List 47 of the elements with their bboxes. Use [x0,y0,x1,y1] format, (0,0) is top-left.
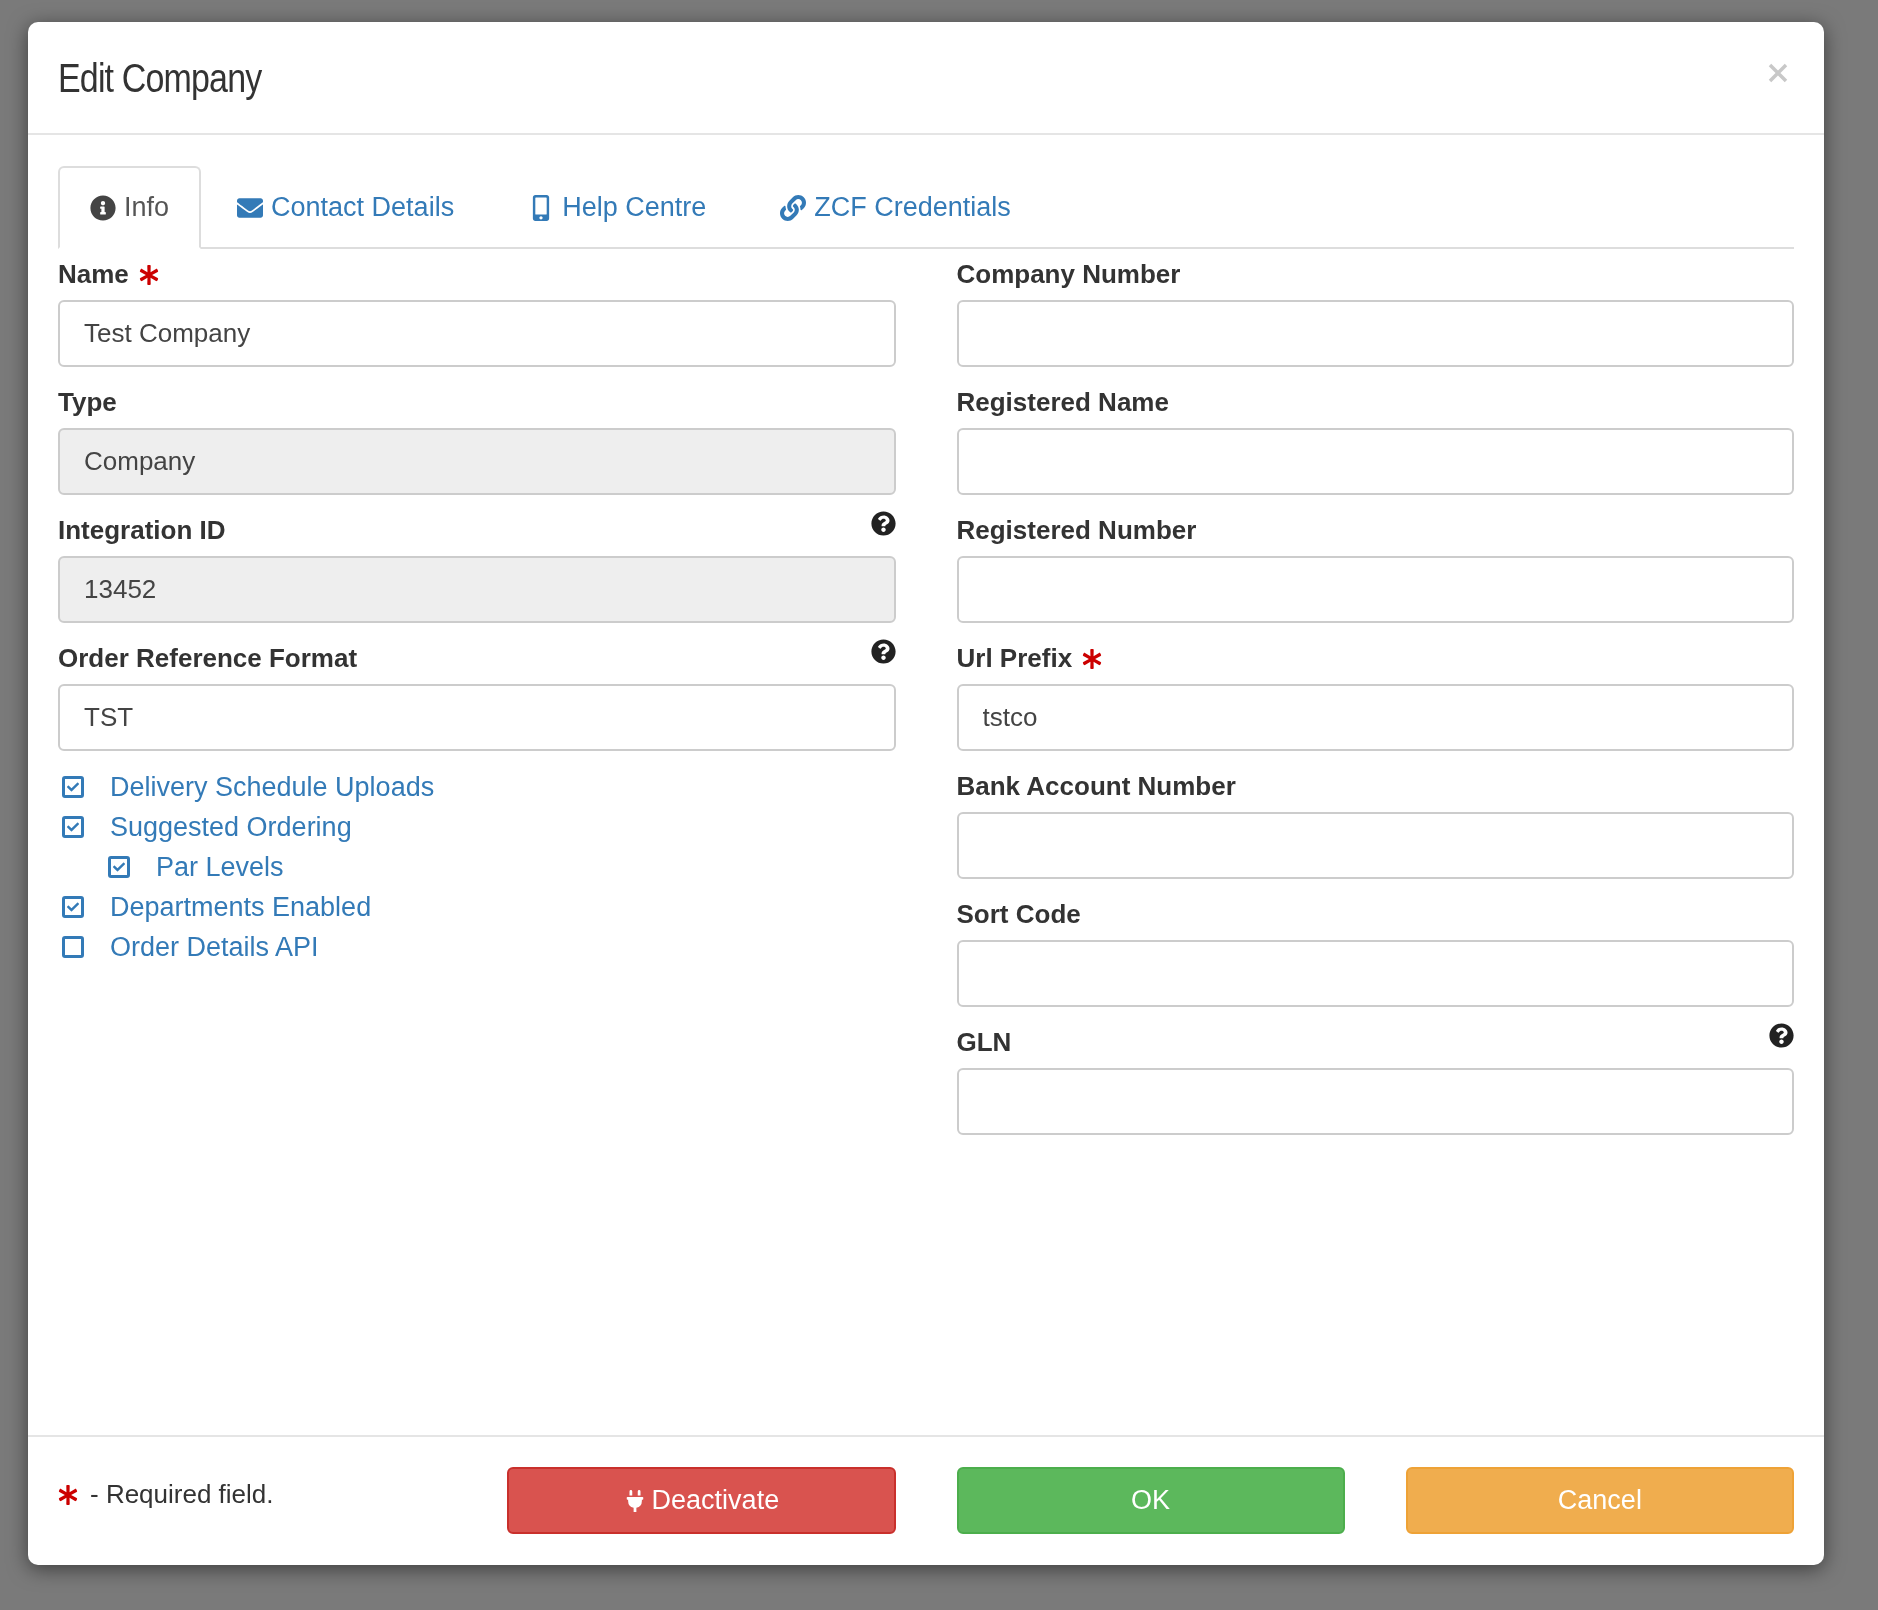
checkbox[interactable] [62,936,84,958]
checkbox-label[interactable]: Suggested Ordering [110,806,352,848]
check-icon [67,821,79,833]
field-label: Company Number [956,258,1181,291]
field-label: Bank Account Number [956,770,1236,803]
tab[interactable]: ZCF Credentials [748,166,1043,249]
required-asterisk-icon [58,1484,78,1505]
required-note: - Required field. [90,1478,274,1511]
checkbox-label[interactable]: Delivery Schedule Uploads [110,766,435,808]
checkbox[interactable] [62,776,84,798]
tab[interactable]: Contact Details [205,166,487,249]
field-label: Type [58,386,117,419]
input-field[interactable]: Test Company [58,300,896,367]
tab[interactable]: Help Centre [496,166,739,249]
help-icon[interactable] [1769,1023,1794,1048]
field-label: Sort Code [956,898,1081,931]
check-icon [67,781,79,793]
field-label: Url Prefix [956,642,1073,675]
check-icon [67,901,79,913]
checkbox-label[interactable]: Departments Enabled [110,886,372,928]
field-label: Registered Name [956,386,1169,419]
checkbox-label[interactable]: Order Details API [110,926,319,968]
checkbox-label[interactable]: Par Levels [156,846,284,888]
dialog-title: Edit Company [58,54,262,102]
field-label: Integration ID [58,514,226,547]
input-field[interactable]: tstco [956,684,1794,751]
input-field[interactable]: TST [58,684,896,751]
help-icon[interactable] [870,639,896,664]
input-field[interactable] [956,300,1794,367]
field-label: Name [58,258,129,291]
input-field[interactable] [956,812,1794,879]
field-label: Registered Number [956,514,1197,547]
dialog-button[interactable]: Deactivate [507,1467,896,1534]
checkbox[interactable] [62,816,84,838]
dialog-button[interactable]: OK [956,1467,1345,1534]
input-field[interactable] [956,940,1794,1007]
link-icon [780,194,807,221]
info-icon [90,194,116,221]
field-label: Order Reference Format [58,642,358,675]
input-field[interactable] [956,1068,1794,1135]
input-field[interactable] [956,556,1794,623]
input-field[interactable] [956,428,1794,495]
tab[interactable]: Info [58,166,202,249]
checkbox[interactable] [62,896,84,918]
checkbox[interactable] [108,856,130,878]
field-label: GLN [956,1026,1012,1059]
check-icon [113,861,125,873]
